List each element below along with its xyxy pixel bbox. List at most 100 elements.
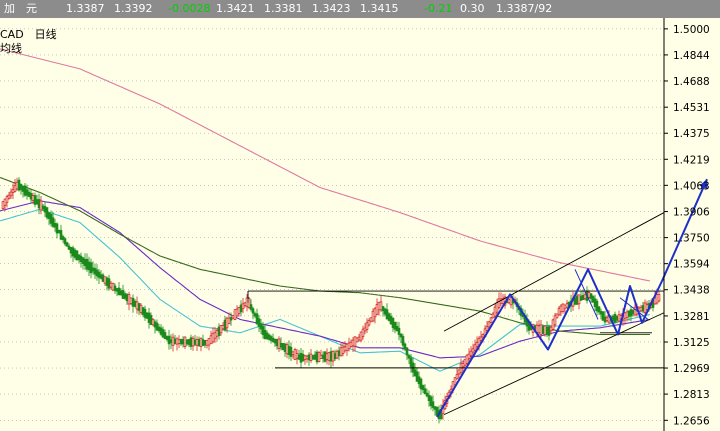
candle: [341, 341, 345, 357]
candle-body: [151, 319, 155, 326]
candle: [295, 349, 299, 365]
candle: [197, 336, 201, 348]
candle-body: [79, 255, 83, 263]
candle: [321, 351, 325, 363]
candle: [221, 322, 225, 331]
candle-body: [181, 339, 185, 345]
candle-body: [345, 343, 349, 352]
y-tick-label: 1.3125: [673, 337, 710, 349]
candle: [541, 324, 545, 335]
candle: [383, 307, 387, 317]
candle-body: [123, 293, 127, 299]
candle-body: [201, 339, 205, 346]
candle-body: [339, 347, 343, 357]
candle-body: [375, 304, 379, 315]
candle: [61, 234, 65, 243]
candle: [183, 336, 187, 349]
candle: [273, 338, 277, 347]
candle: [337, 346, 341, 361]
candle-body: [273, 338, 277, 344]
candle: [195, 336, 199, 351]
candle-body: [401, 336, 405, 346]
candle-body: [167, 335, 171, 345]
candle-body: [357, 336, 361, 341]
candle-body: [127, 293, 131, 305]
candle-body: [237, 307, 241, 314]
candle-body: [289, 346, 293, 357]
candle-body: [641, 305, 645, 312]
candle-body: [281, 343, 285, 350]
candle-body: [429, 396, 433, 407]
candle: [113, 283, 117, 294]
candle: [411, 357, 415, 378]
candle-body: [193, 339, 197, 345]
candle-body: [295, 353, 299, 359]
candle-body: [325, 353, 329, 360]
candle: [109, 280, 113, 290]
candle: [159, 324, 163, 336]
candle: [121, 284, 125, 299]
candle: [329, 347, 333, 368]
candle-body: [481, 334, 485, 338]
candle-body: [45, 207, 49, 218]
candle: [223, 315, 227, 332]
candle-body: [225, 317, 229, 329]
y-tick-label: 1.5000: [673, 24, 710, 36]
candle-body: [487, 321, 491, 328]
candle-body: [573, 297, 577, 305]
candle-body: [95, 269, 99, 277]
candle: [319, 349, 323, 359]
candle-body: [139, 304, 143, 313]
candlestick-chart[interactable]: 1.5000 1.4844 1.4688 1.4531 1.4375 1.4219 1.40…: [0, 18, 720, 431]
candle: [623, 311, 627, 325]
candle: [271, 333, 275, 343]
candle-body: [377, 301, 381, 311]
candle: [613, 311, 617, 324]
y-tick-label: 1.4688: [673, 76, 710, 88]
y-tick-label: 1.2656: [673, 415, 710, 427]
candle-body: [549, 326, 553, 332]
candle-body: [65, 242, 69, 247]
y-tick-label: 1.4219: [673, 154, 710, 166]
candle: [367, 318, 371, 327]
candle-body: [473, 344, 477, 351]
candle: [215, 328, 219, 342]
candle-body: [207, 338, 211, 346]
candle-body: [215, 330, 219, 337]
candle: [379, 295, 383, 313]
candle-body: [427, 394, 431, 401]
candle: [167, 329, 171, 350]
candle-body: [99, 274, 103, 279]
candle-body: [417, 376, 421, 385]
candle: [27, 189, 31, 198]
candle-body: [259, 323, 263, 330]
candle-body: [329, 351, 333, 362]
candle-body: [83, 258, 87, 266]
candle-body: [639, 306, 643, 312]
candle-body: [53, 223, 57, 228]
candle: [145, 312, 149, 320]
candle: [177, 335, 181, 349]
candle: [189, 334, 193, 350]
candle: [259, 318, 263, 334]
candle-body: [321, 354, 325, 359]
candle: [11, 183, 15, 200]
candle-body: [267, 334, 271, 340]
candle-body: [211, 332, 215, 343]
candle: [589, 293, 593, 303]
candle-body: [223, 319, 227, 331]
candle-body: [545, 326, 549, 335]
candle-body: [57, 229, 61, 234]
candle-body: [25, 189, 29, 196]
quote-bid-ask: 1.3387/92: [496, 2, 553, 15]
candle: [53, 218, 57, 232]
candle: [219, 325, 223, 336]
candle: [249, 299, 253, 312]
price-grid: [0, 28, 664, 421]
candle-body: [41, 205, 45, 210]
candle: [29, 188, 33, 204]
candle: [309, 349, 313, 363]
candle-body: [271, 337, 275, 342]
candle-body: [301, 354, 305, 362]
candle: [35, 194, 39, 205]
